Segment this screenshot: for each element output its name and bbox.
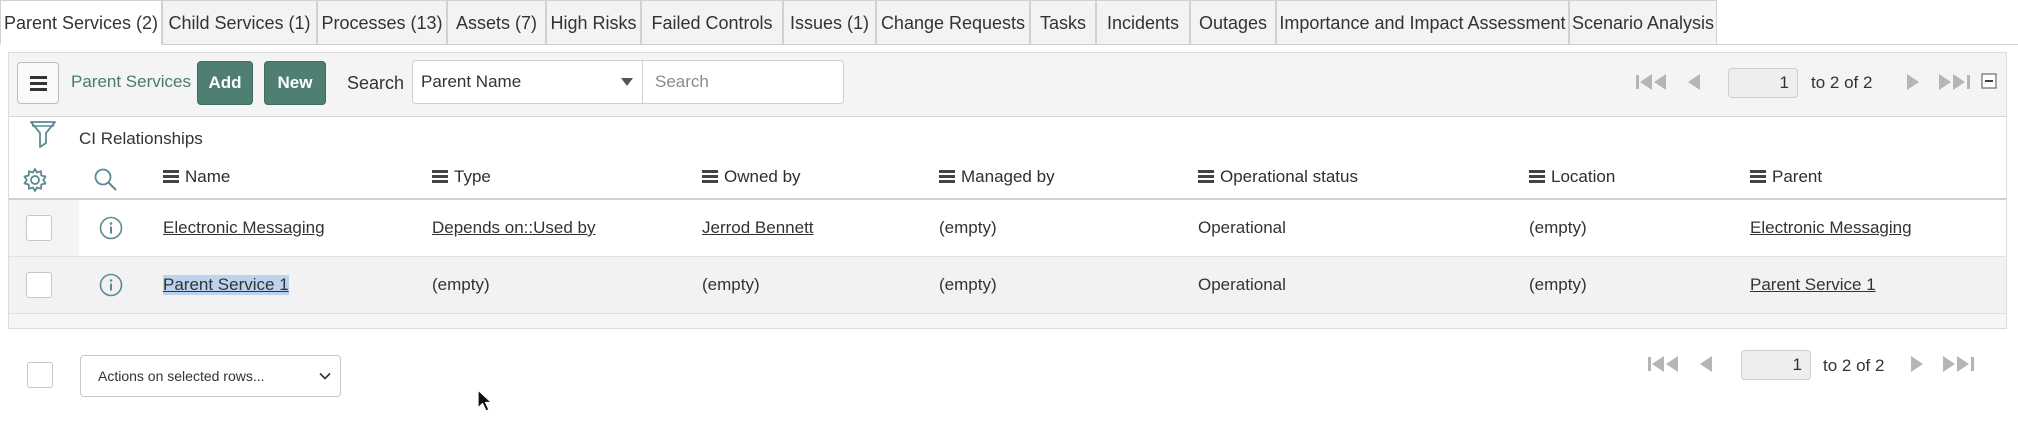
parent-link[interactable]: Electronic Messaging [1750, 218, 1912, 238]
tab-tasks[interactable]: Tasks [1030, 0, 1096, 44]
tab-processes[interactable]: Processes (13) [317, 0, 447, 44]
tab-scenario-analysis[interactable]: Scenario Analysis [1569, 0, 1717, 44]
next-page-icon[interactable] [1905, 73, 1921, 91]
parent-link[interactable]: Parent Service 1 [1750, 275, 1876, 295]
list-toolbar: Parent Services Add New Search Parent Na… [9, 53, 2006, 117]
tab-failed-controls[interactable]: Failed Controls [641, 0, 783, 44]
collapse-icon[interactable] [1981, 73, 1997, 89]
next-page-icon[interactable] [1909, 355, 1925, 373]
list-title: Parent Services [71, 72, 191, 91]
new-button[interactable]: New [264, 61, 326, 105]
search-label: Search [347, 73, 405, 93]
actions-select-label: Actions on selected rows... [98, 368, 265, 384]
operational-status-value: Operational [1198, 275, 1286, 294]
page-range-text: to 2 of 2 [1823, 356, 1885, 375]
tab-child-services[interactable]: Child Services (1) [162, 0, 317, 44]
search-icon[interactable] [93, 167, 119, 193]
column-menu-icon[interactable] [939, 170, 955, 183]
owned-by-value: (empty) [702, 275, 760, 294]
related-list-panel: Parent Services Add New Search Parent Na… [8, 52, 2007, 329]
operational-status-value: Operational [1198, 218, 1286, 237]
row-checkbox[interactable] [26, 272, 52, 298]
filter-breadcrumb[interactable]: CI Relationships [79, 129, 203, 149]
managed-by-value: (empty) [939, 218, 997, 237]
page-number-input[interactable] [1741, 350, 1811, 380]
previous-page-icon[interactable] [1686, 73, 1702, 91]
column-menu-icon[interactable] [163, 170, 179, 183]
tab-incidents[interactable]: Incidents [1096, 0, 1190, 44]
tab-importance-impact-assessment[interactable]: Importance and Impact Assessment [1276, 0, 1569, 44]
first-page-icon[interactable] [1648, 355, 1682, 373]
page-range-text: to 2 of 2 [1811, 73, 1873, 92]
add-button[interactable]: Add [197, 61, 253, 105]
tab-assets[interactable]: Assets (7) [447, 0, 546, 44]
caret-down-icon [621, 78, 633, 86]
previous-page-icon[interactable] [1698, 355, 1714, 373]
name-link[interactable]: Electronic Messaging [163, 218, 325, 238]
tab-high-risks[interactable]: High Risks [546, 0, 641, 44]
type-value: (empty) [432, 275, 490, 294]
last-page-icon[interactable] [1941, 355, 1975, 373]
column-menu-icon[interactable] [1750, 170, 1766, 183]
search-input[interactable] [642, 60, 844, 104]
search-field-select[interactable]: Parent Name [412, 60, 644, 104]
tab-outages[interactable]: Outages [1190, 0, 1276, 44]
tab-parent-services[interactable]: Parent Services (2) [0, 0, 162, 45]
gear-icon[interactable] [22, 167, 48, 193]
first-page-icon[interactable] [1636, 73, 1670, 91]
info-icon[interactable] [99, 273, 123, 297]
name-link[interactable]: Parent Service 1 [163, 275, 289, 295]
page-number-input[interactable] [1728, 68, 1798, 98]
info-icon[interactable] [99, 216, 123, 240]
table-row: Parent Service 1 (empty) (empty) (empty)… [9, 257, 2006, 314]
list-menu-button[interactable] [17, 62, 59, 104]
table-row: Electronic Messaging Depends on::Used by… [9, 200, 2006, 257]
owned-by-link[interactable]: Jerrod Bennett [702, 218, 814, 238]
select-all-checkbox[interactable] [27, 362, 53, 388]
column-menu-icon[interactable] [1529, 170, 1545, 183]
filter-icon[interactable] [29, 119, 57, 149]
location-value: (empty) [1529, 218, 1587, 237]
column-menu-icon[interactable] [432, 170, 448, 183]
location-value: (empty) [1529, 275, 1587, 294]
mouse-cursor-icon [477, 389, 493, 412]
row-checkbox[interactable] [26, 215, 52, 241]
filter-row: CI Relationships [9, 117, 2006, 157]
table-header-row: Name Type Owned by Managed by Operationa… [9, 157, 2006, 200]
type-link[interactable]: Depends on::Used by [432, 218, 596, 238]
managed-by-value: (empty) [939, 275, 997, 294]
tab-change-requests[interactable]: Change Requests [876, 0, 1030, 44]
actions-on-selected-rows-select[interactable]: Actions on selected rows... [80, 355, 341, 397]
tab-issues[interactable]: Issues (1) [783, 0, 876, 44]
column-menu-icon[interactable] [1198, 170, 1214, 183]
column-menu-icon[interactable] [702, 170, 718, 183]
chevron-down-icon [319, 372, 331, 380]
related-lists-tab-bar: Parent Services (2) Child Services (1) P… [0, 0, 2018, 45]
last-page-icon[interactable] [1937, 73, 1971, 91]
search-field-value: Parent Name [421, 72, 522, 91]
